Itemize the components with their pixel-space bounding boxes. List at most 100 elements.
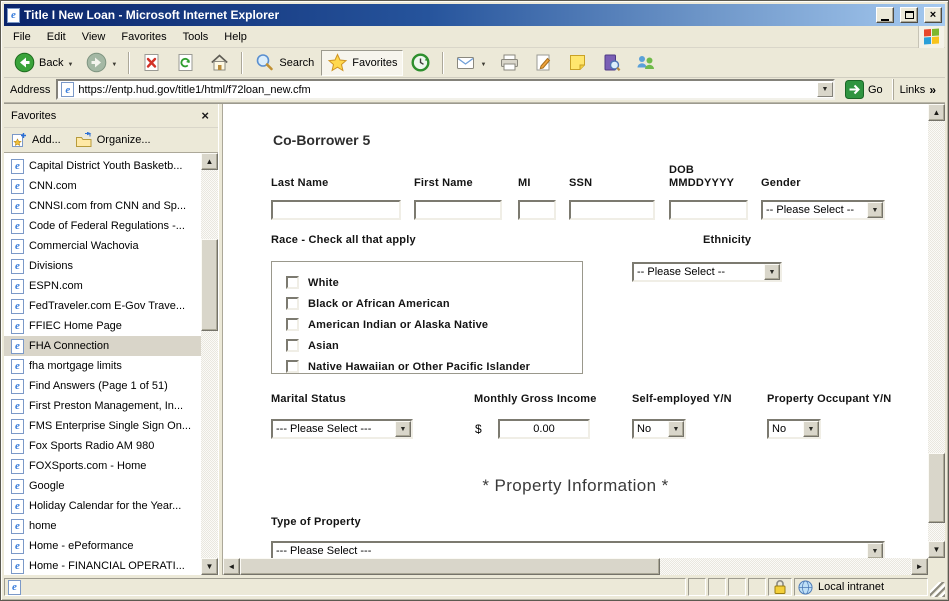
v-scroll-up-button[interactable]: ▲ <box>928 104 945 121</box>
marital-status-select-dropdown-icon[interactable] <box>395 421 411 437</box>
race-checkbox[interactable] <box>286 297 299 310</box>
favorite-list-item[interactable]: Code of Federal Regulations -... <box>4 216 201 236</box>
menu-item[interactable]: File <box>5 27 39 47</box>
menu-item[interactable]: Favorites <box>113 27 174 47</box>
status-pane <box>708 578 726 596</box>
add-favorite-button[interactable]: Add... <box>11 132 61 148</box>
address-dropdown-button[interactable] <box>817 82 833 97</box>
address-field[interactable]: https://entp.hud.gov/title1/html/f72loan… <box>56 79 835 100</box>
messenger-button[interactable] <box>629 50 662 76</box>
favorites-scrollbar[interactable]: ▲ ▼ <box>201 153 218 575</box>
favorite-list-item[interactable]: FHA Connection <box>4 336 201 356</box>
menu-item[interactable]: Tools <box>175 27 217 47</box>
h-scroll-left-button[interactable]: ◄ <box>223 558 240 575</box>
go-button[interactable]: Go <box>841 80 887 99</box>
notes-button[interactable] <box>561 50 594 76</box>
race-checkbox[interactable] <box>286 276 299 289</box>
favorites-scroll-down-button[interactable]: ▼ <box>201 558 218 575</box>
race-checkbox[interactable] <box>286 360 299 373</box>
back-dropdown-icon[interactable] <box>67 57 73 69</box>
history-button[interactable] <box>404 50 437 76</box>
content-vertical-scrollbar[interactable]: ▲ ▼ <box>928 104 945 558</box>
race-checkbox[interactable] <box>286 318 299 331</box>
menu-item[interactable]: Help <box>216 27 255 47</box>
favorites-scroll-up-button[interactable]: ▲ <box>201 153 218 170</box>
property-occupant-select[interactable]: No <box>767 419 821 439</box>
forward-dropdown-icon[interactable] <box>111 57 117 69</box>
back-button[interactable]: Back <box>8 50 79 76</box>
race-checkbox[interactable] <box>286 339 299 352</box>
favorites-close-button[interactable]: × <box>199 108 211 123</box>
marital-status-select[interactable]: --- Please Select --- <box>271 419 413 439</box>
favorite-list-item[interactable]: FedTraveler.com E-Gov Trave... <box>4 296 201 316</box>
favorite-list-item[interactable]: FOXSports.com - Home <box>4 456 201 476</box>
forward-button[interactable] <box>80 50 123 76</box>
favorite-list-item[interactable]: Commercial Wachovia <box>4 236 201 256</box>
maximize-button[interactable] <box>900 7 918 23</box>
toolbar-separator <box>442 52 444 74</box>
content-horizontal-scrollbar[interactable]: ◄ ► <box>223 558 928 575</box>
favorite-list-item[interactable]: CNNSI.com from CNN and Sp... <box>4 196 201 216</box>
home-button[interactable] <box>203 50 236 76</box>
favorite-list-item[interactable]: FMS Enterprise Single Sign On... <box>4 416 201 436</box>
self-employed-select-dropdown-icon[interactable] <box>668 421 684 437</box>
search-button[interactable]: Search <box>248 50 320 76</box>
add-favorite-icon <box>11 132 28 148</box>
favorite-ie-icon <box>11 439 24 454</box>
mi-label: MI <box>518 160 556 190</box>
mail-dropdown-icon[interactable] <box>480 57 486 69</box>
mail-button[interactable] <box>449 50 492 76</box>
property-occupant-select-dropdown-icon[interactable] <box>803 421 819 437</box>
status-pane <box>748 578 766 596</box>
ethnicity-select-dropdown-icon[interactable] <box>764 264 780 280</box>
favorite-list-item[interactable]: Holiday Calendar for the Year... <box>4 496 201 516</box>
menu-item[interactable]: View <box>74 27 114 47</box>
favorites-scroll-track[interactable] <box>201 153 218 575</box>
favorite-list-item[interactable]: Home - ePeformance <box>4 536 201 556</box>
favorite-list-item[interactable]: FFIEC Home Page <box>4 316 201 336</box>
favorite-list-item[interactable]: Divisions <box>4 256 201 276</box>
gender-select-dropdown-icon[interactable] <box>867 202 883 218</box>
h-scroll-right-button[interactable]: ► <box>911 558 928 575</box>
favorite-list-item[interactable]: fha mortgage limits <box>4 356 201 376</box>
v-scroll-down-button[interactable]: ▼ <box>928 541 945 558</box>
favorites-button[interactable]: Favorites <box>321 50 403 76</box>
favorite-list-item[interactable]: First Preston Management, In... <box>4 396 201 416</box>
close-button[interactable]: × <box>924 7 942 23</box>
print-button[interactable] <box>493 50 526 76</box>
favorites-scroll-thumb[interactable] <box>201 239 218 331</box>
gender-select[interactable]: -- Please Select -- <box>761 200 885 220</box>
research-button[interactable] <box>595 50 628 76</box>
favorite-list-item[interactable]: ESPN.com <box>4 276 201 296</box>
favorite-list-item[interactable]: Google <box>4 476 201 496</box>
edit-button[interactable] <box>527 50 560 76</box>
refresh-button[interactable] <box>169 50 202 76</box>
links-button[interactable]: Links <box>893 79 942 100</box>
mi-input[interactable] <box>518 200 556 220</box>
type-of-property-select-dropdown-icon[interactable] <box>867 543 883 558</box>
v-scroll-thumb[interactable] <box>928 453 945 523</box>
favorite-list-item[interactable]: Fox Sports Radio AM 980 <box>4 436 201 456</box>
menu-item[interactable]: Edit <box>39 27 74 47</box>
ssn-input[interactable] <box>569 200 655 220</box>
favorite-list-item[interactable]: Find Answers (Page 1 of 51) <box>4 376 201 396</box>
menu-bar: FileEditViewFavoritesToolsHelp <box>4 26 945 48</box>
favorite-list-item[interactable]: home <box>4 516 201 536</box>
minimize-button[interactable] <box>876 7 894 23</box>
stop-button[interactable] <box>135 50 168 76</box>
self-employed-select[interactable]: No <box>632 419 686 439</box>
first-name-input[interactable] <box>414 200 502 220</box>
favorite-list-item[interactable]: CNN.com <box>4 176 201 196</box>
type-of-property-select[interactable]: --- Please Select --- <box>271 541 885 558</box>
resize-grip-icon[interactable] <box>930 582 945 597</box>
ethnicity-select[interactable]: -- Please Select -- <box>632 262 782 282</box>
favorite-list-item[interactable]: Capital District Youth Basketb... <box>4 156 201 176</box>
favorite-list-item[interactable]: Home - FINANCIAL OPERATI... <box>4 556 201 575</box>
address-url[interactable]: https://entp.hud.gov/title1/html/f72loan… <box>78 84 813 96</box>
stop-icon <box>141 52 162 73</box>
monthly-gross-income-input[interactable] <box>498 419 590 439</box>
last-name-input[interactable] <box>271 200 401 220</box>
organize-favorites-button[interactable]: Organize... <box>75 132 151 148</box>
dob-input[interactable] <box>669 200 748 220</box>
h-scroll-thumb[interactable] <box>240 558 660 575</box>
